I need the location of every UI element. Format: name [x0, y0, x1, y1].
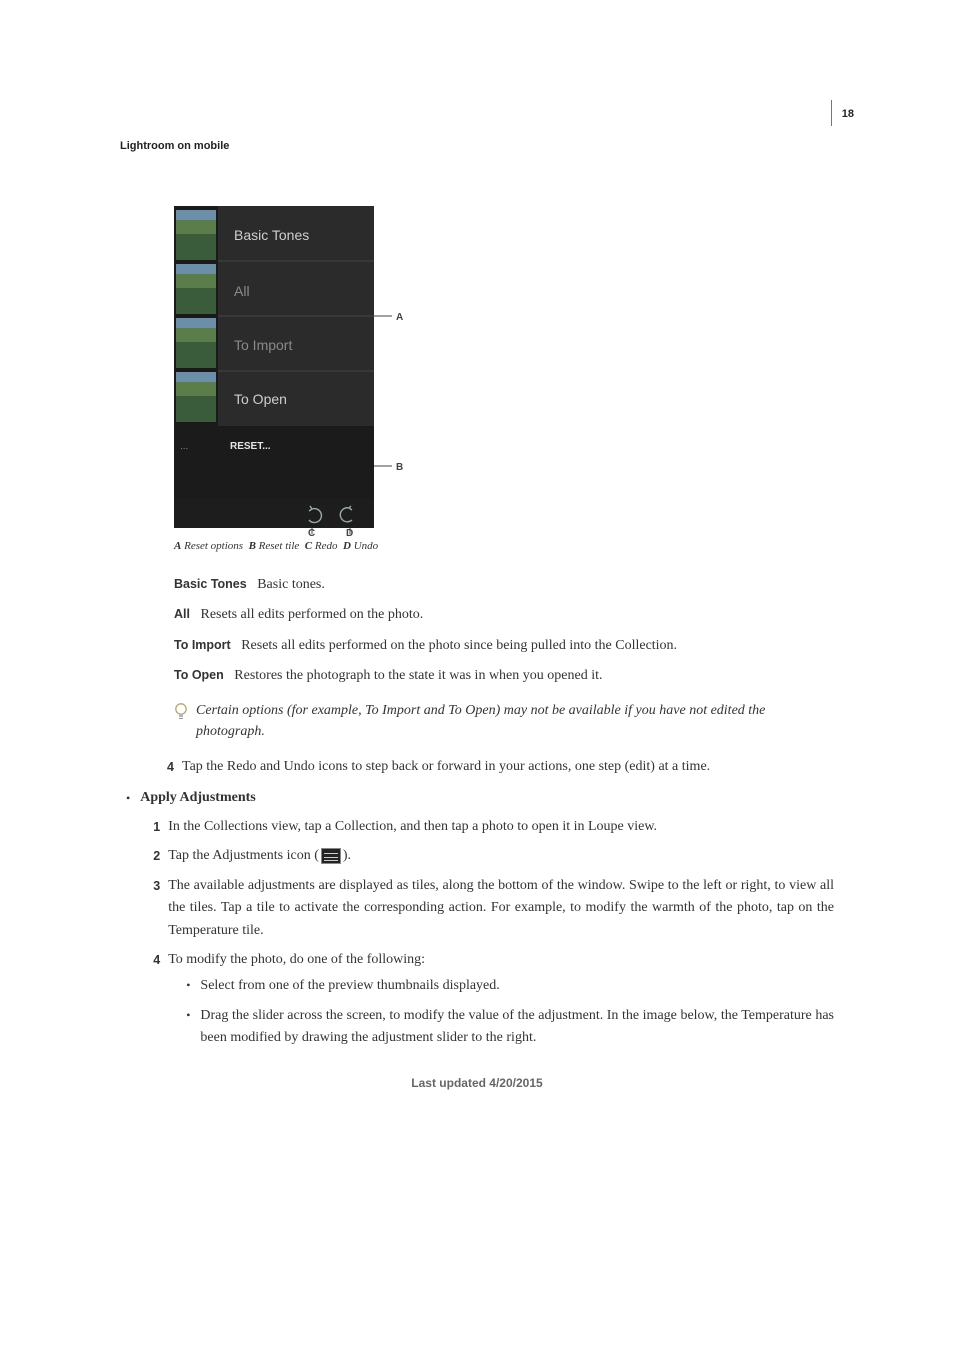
page: 18 Lightroom on mobile [0, 0, 954, 1150]
callout-a: A [396, 312, 403, 323]
callout-c: C [308, 528, 315, 536]
menu-item-to-import: To Import [234, 337, 292, 353]
page-footer: Last updated 4/20/2015 [0, 1076, 954, 1090]
apply-steps-list: 1 In the Collections view, tap a Collect… [140, 816, 834, 1057]
lightbulb-icon [174, 702, 188, 722]
tip-note: Certain options (for example, To Import … [174, 700, 834, 742]
svg-text:...: ... [180, 441, 188, 452]
def-all: All Resets all edits performed on the ph… [174, 604, 834, 626]
list-item: 1 In the Collections view, tap a Collect… [140, 816, 834, 838]
callout-b: B [396, 462, 403, 473]
list-item: •Drag the slider across the screen, to m… [186, 1005, 834, 1050]
list-item: •Select from one of the preview thumbnai… [186, 975, 834, 997]
definition-list: Basic Tones Basic tones. All Resets all … [174, 574, 834, 688]
list-item: 4 Tap the Redo and Undo icons to step ba… [154, 756, 834, 778]
menu-item-basic-tones: Basic Tones [234, 227, 309, 243]
list-item: 2 Tap the Adjustments icon (). [140, 845, 834, 867]
menu-item-to-open: To Open [234, 391, 287, 407]
list-item: 4 To modify the photo, do one of the fol… [140, 949, 834, 1057]
figure-screenshot: Basic Tones All To Import To Open RESET.… [174, 206, 414, 536]
section-title-apply-adjustments: Apply Adjustments [140, 790, 256, 805]
step-4-list: 4 Tap the Redo and Undo icons to step ba… [154, 756, 834, 778]
def-basic-tones: Basic Tones Basic tones. [174, 574, 834, 596]
apply-sub-bullets: •Select from one of the preview thumbnai… [186, 975, 834, 1049]
running-header: Lightroom on mobile [120, 140, 834, 152]
def-to-import: To Import Resets all edits performed on … [174, 635, 834, 657]
menu-item-all: All [234, 283, 250, 299]
reset-tile-label: RESET... [230, 441, 271, 452]
adjustments-icon [321, 848, 341, 864]
page-number-box: 18 [831, 100, 854, 126]
callout-d: D [346, 528, 353, 536]
page-number: 18 [842, 108, 854, 120]
figure-container: Basic Tones All To Import To Open RESET.… [174, 206, 834, 552]
def-to-open: To Open Restores the photograph to the s… [174, 665, 834, 687]
apply-adjustments-heading-row: • Apply Adjustments 1 In the Collections… [126, 790, 834, 1069]
tip-text: Certain options (for example, To Import … [196, 703, 765, 739]
figure-caption: A Reset options B Reset tile C Redo D Un… [174, 540, 834, 552]
reset-menu-illustration: Basic Tones All To Import To Open RESET.… [174, 206, 414, 536]
list-item: 3 The available adjustments are displaye… [140, 875, 834, 942]
